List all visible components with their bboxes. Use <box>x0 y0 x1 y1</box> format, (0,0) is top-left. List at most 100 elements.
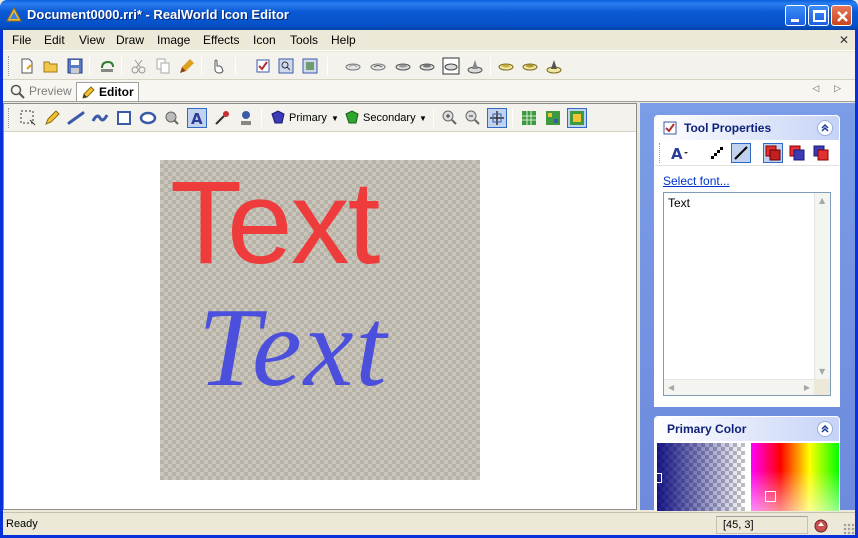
save-icon[interactable] <box>66 57 84 75</box>
fill-tool-icon[interactable] <box>162 108 182 128</box>
copy-icon[interactable] <box>154 57 172 75</box>
right-panel: Tool Properties A Select font... Text ▲ … <box>640 103 858 511</box>
zoom-in-icon[interactable] <box>440 108 460 128</box>
layer-gold-icon-1[interactable] <box>497 57 515 75</box>
alpha-gradient-picker[interactable] <box>656 443 745 511</box>
new-document-icon[interactable] <box>18 57 36 75</box>
secondary-color-icon[interactable] <box>342 108 362 128</box>
mdi-close-icon[interactable]: ✕ <box>839 33 849 47</box>
toolbar-separator <box>695 144 696 162</box>
rectangle-tool-icon[interactable] <box>114 108 134 128</box>
toolbar-grip[interactable] <box>8 108 11 128</box>
menu-tools[interactable]: Tools <box>290 33 318 47</box>
stamp-tool-icon[interactable] <box>236 108 256 128</box>
tool-properties-toolbar: A <box>655 140 839 166</box>
color-picker-marker[interactable] <box>765 491 776 502</box>
checkbox-icon[interactable] <box>254 57 272 75</box>
tab-preview[interactable]: Preview <box>7 82 76 101</box>
antialias-on-icon <box>734 146 748 160</box>
tile-icon[interactable] <box>543 108 563 128</box>
select-font-link[interactable]: Select font... <box>663 174 730 188</box>
vertical-scrollbar[interactable]: ▲ ▼ <box>814 193 830 379</box>
zoom-image-icon[interactable] <box>277 57 295 75</box>
window-title: Document0000.rri* - RealWorld Icon Edito… <box>27 7 289 22</box>
scroll-down-icon[interactable]: ▼ <box>819 367 825 376</box>
menu-edit[interactable]: Edit <box>44 33 65 47</box>
toolbar-separator <box>433 109 434 127</box>
line-tool-icon[interactable] <box>66 108 86 128</box>
layer-icon-2[interactable] <box>369 57 387 75</box>
status-bar: Ready [45, 3] <box>0 512 858 538</box>
chevron-down-icon[interactable]: ▼ <box>419 114 427 123</box>
menu-view[interactable]: View <box>79 33 105 47</box>
antialias-off-icon[interactable] <box>707 143 727 163</box>
undo-icon[interactable] <box>98 57 116 75</box>
grid-icon[interactable] <box>519 108 539 128</box>
collapse-icon[interactable] <box>817 421 833 437</box>
menu-icon[interactable]: Icon <box>253 33 276 47</box>
layer-selected-icon[interactable] <box>442 57 460 75</box>
antialias-on-button[interactable] <box>731 143 751 163</box>
minimize-button[interactable] <box>785 5 806 26</box>
tab-scroll-arrows[interactable]: ◁ ▷ <box>812 84 847 94</box>
background-button[interactable] <box>567 108 587 128</box>
layer-icon-5[interactable] <box>466 57 484 75</box>
maximize-button[interactable] <box>808 5 829 26</box>
scroll-right-icon[interactable]: ▶ <box>804 383 810 392</box>
font-style-icon[interactable]: A <box>669 143 689 163</box>
primary-color-icon[interactable] <box>268 108 288 128</box>
close-button[interactable] <box>831 5 852 26</box>
zoom-out-icon[interactable] <box>463 108 483 128</box>
hand-icon[interactable] <box>210 57 228 75</box>
color-picker-icon[interactable] <box>212 108 232 128</box>
hue-color-picker[interactable] <box>751 443 839 511</box>
menu-draw[interactable]: Draw <box>116 33 144 47</box>
layer-icon-1[interactable] <box>344 57 362 75</box>
paste-icon[interactable] <box>178 57 196 75</box>
layer-gold-icon-2[interactable] <box>521 57 539 75</box>
scroll-left-icon[interactable]: ◀ <box>668 383 674 392</box>
primary-color-header[interactable]: Primary Color <box>655 417 839 441</box>
toolbar-separator <box>490 57 491 75</box>
tool-properties-header[interactable]: Tool Properties <box>655 116 839 140</box>
text-tool-button[interactable]: A <box>187 108 207 128</box>
toolbar-separator <box>261 109 262 127</box>
collapse-icon[interactable] <box>817 120 833 136</box>
image-frame-icon[interactable] <box>301 57 319 75</box>
open-folder-icon[interactable] <box>42 57 60 75</box>
tab-editor[interactable]: Editor <box>76 82 139 101</box>
resize-grip[interactable] <box>843 523 855 535</box>
curve-tool-icon[interactable] <box>90 108 110 128</box>
primary-color-panel: Primary Color <box>654 416 840 511</box>
toolbar-separator <box>235 57 236 75</box>
layer-gold-icon-3[interactable] <box>545 57 563 75</box>
chevron-down-icon[interactable]: ▼ <box>331 114 339 123</box>
horizontal-scrollbar[interactable]: ◀ ▶ <box>664 379 814 395</box>
status-text: Ready <box>6 518 38 530</box>
toolbar-grip[interactable] <box>659 143 662 163</box>
layer-icon-3[interactable] <box>394 57 412 75</box>
scroll-up-icon[interactable]: ▲ <box>819 196 825 205</box>
menu-file[interactable]: File <box>12 33 31 47</box>
cut-icon[interactable] <box>130 57 148 75</box>
blend-mode-3-icon[interactable] <box>811 143 831 163</box>
primary-color-title: Primary Color <box>667 422 747 436</box>
menu-effects[interactable]: Effects <box>203 33 239 47</box>
blend-mode-2-icon[interactable] <box>787 143 807 163</box>
alpha-slider-marker[interactable] <box>656 473 662 483</box>
toolbar-grip[interactable] <box>8 56 11 76</box>
select-rectangle-icon[interactable] <box>18 108 38 128</box>
primary-color-label[interactable]: Primary <box>289 112 327 124</box>
pencil-tool-icon[interactable] <box>42 108 62 128</box>
secondary-color-label[interactable]: Secondary <box>363 112 416 124</box>
fit-view-button[interactable] <box>487 108 507 128</box>
menu-help[interactable]: Help <box>331 33 356 47</box>
menu-image[interactable]: Image <box>157 33 190 47</box>
toolbar-separator <box>89 57 90 75</box>
blend-mode-1-button[interactable] <box>763 143 783 163</box>
tool-properties-body: A Select font... Text ▲ ▼ ◀ ▶ <box>655 140 839 406</box>
text-input[interactable]: Text ▲ ▼ ◀ ▶ <box>663 192 831 396</box>
layer-icon-4[interactable] <box>418 57 436 75</box>
icon-canvas[interactable]: Text Text <box>160 160 480 480</box>
ellipse-tool-icon[interactable] <box>138 108 158 128</box>
